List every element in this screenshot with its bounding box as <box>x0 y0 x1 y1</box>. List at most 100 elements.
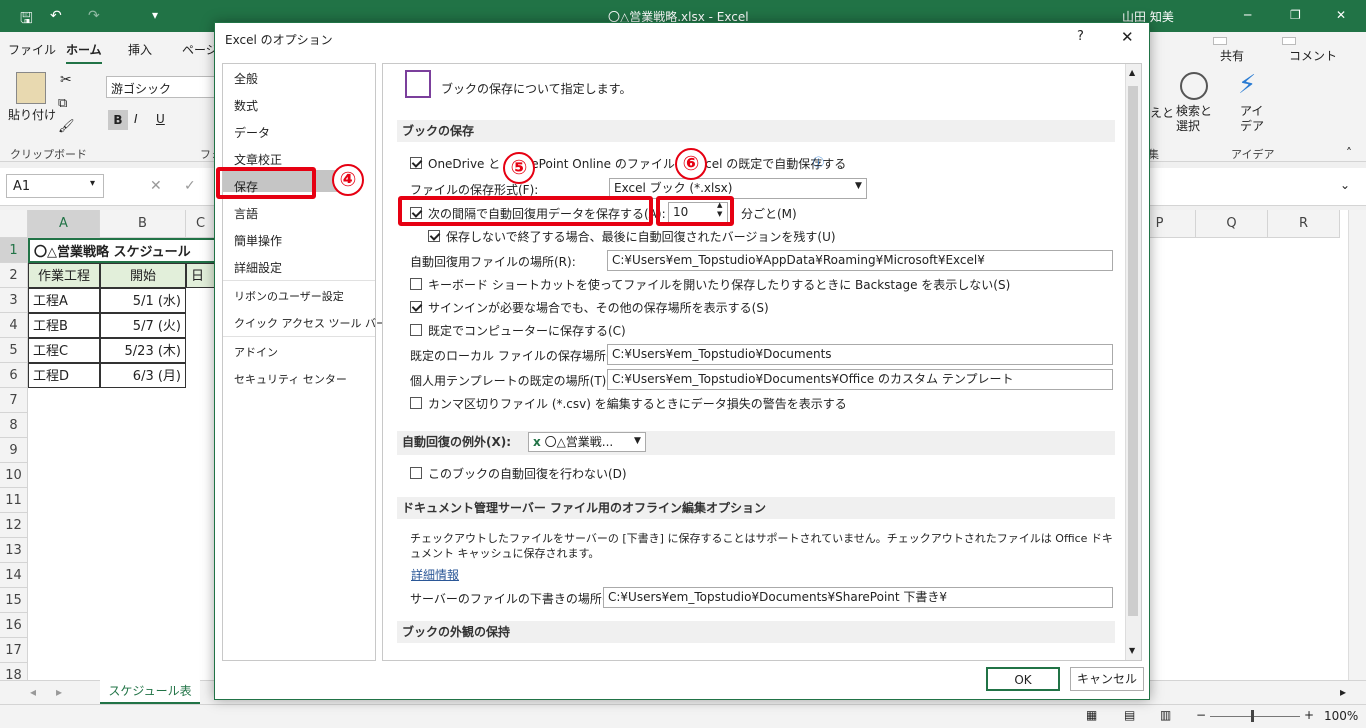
row-header[interactable]: 16 <box>0 613 28 638</box>
nav-item-data[interactable]: データ <box>234 124 270 141</box>
vertical-scrollbar[interactable] <box>1348 210 1366 680</box>
exception-workbook-dropdown[interactable]: x 〇△営業戦... <box>528 432 646 452</box>
row-header[interactable]: 10 <box>0 463 28 488</box>
ok-button[interactable]: OK <box>986 667 1060 691</box>
row-header[interactable]: 13 <box>0 538 28 563</box>
page-break-icon[interactable]: ▥ <box>1160 708 1171 722</box>
more-info-link[interactable]: 詳細情報 <box>411 566 459 583</box>
undo-icon[interactable]: ↶ <box>50 8 62 24</box>
find-select-label[interactable]: 検索と 選択 <box>1176 104 1212 134</box>
sheet-tab-schedule[interactable]: スケジュール表 <box>100 680 200 704</box>
chevron-down-icon[interactable]: ▼ <box>855 181 862 191</box>
template-location-field[interactable]: C:¥Users¥em_Topstudio¥Documents¥Office の… <box>607 369 1113 390</box>
dialog-close-button[interactable]: ✕ <box>1121 28 1134 46</box>
normal-view-icon[interactable]: ▦ <box>1086 708 1097 722</box>
info-icon[interactable]: ⓘ <box>813 154 824 170</box>
nav-item-quick-access[interactable]: クイック アクセス ツール バー <box>234 315 387 331</box>
row-header[interactable]: 11 <box>0 488 28 513</box>
comment-button[interactable]: コメント <box>1282 37 1337 63</box>
tab-insert[interactable]: 挿入 <box>128 41 152 58</box>
backstage-label[interactable]: キーボード ショートカットを使ってファイルを開いたり保存したりするときに Bac… <box>428 276 1010 293</box>
table-cell[interactable]: 5/1 (水) <box>100 288 186 313</box>
row-header[interactable]: 4 <box>0 313 28 338</box>
chevron-down-icon[interactable]: ▼ <box>634 436 641 446</box>
redo-icon[interactable]: ↷ <box>88 8 100 24</box>
confirm-entry-icon[interactable]: ✓ <box>184 178 196 194</box>
format-painter-icon[interactable]: 🖌 <box>58 119 75 134</box>
scroll-thumb[interactable] <box>1128 86 1138 616</box>
drafts-location-field[interactable]: C:¥Users¥em_Topstudio¥Documents¥SharePoi… <box>603 587 1113 608</box>
row-header[interactable]: 6 <box>0 363 28 388</box>
column-header-b[interactable]: B <box>100 210 186 238</box>
nav-item-addins[interactable]: アドイン <box>234 344 278 360</box>
tab-home[interactable]: ホーム <box>66 41 102 64</box>
ideas-icon[interactable]: ⚡ <box>1238 70 1256 100</box>
options-scrollbar[interactable]: ▲ ▼ <box>1125 64 1141 660</box>
font-name-box[interactable]: 游ゴシック <box>106 76 216 98</box>
cancel-button[interactable]: キャンセル <box>1070 667 1144 691</box>
ideas-label[interactable]: アイ デア <box>1240 104 1264 134</box>
row-header[interactable]: 15 <box>0 588 28 613</box>
table-cell[interactable]: 工程D <box>28 363 100 388</box>
zoom-level[interactable]: 100% <box>1324 709 1358 723</box>
table-cell[interactable]: 5/23 (木) <box>100 338 186 363</box>
row-header[interactable]: 2 <box>0 263 28 288</box>
zoom-slider-thumb[interactable] <box>1251 710 1254 722</box>
scroll-down-icon[interactable]: ▼ <box>1129 646 1135 655</box>
keep-last-version-label[interactable]: 保存しないで終了する場合、最後に自動回復されたバージョンを残す(U) <box>446 228 836 245</box>
signin-locations-label[interactable]: サインインが必要な場合でも、その他の保存場所を表示する(S) <box>428 299 769 316</box>
namebox-dropdown-icon[interactable]: ▾ <box>90 178 95 189</box>
autorecover-location-field[interactable]: C:¥Users¥em_Topstudio¥AppData¥Roaming¥Mi… <box>607 250 1113 271</box>
tab-page[interactable]: ページ <box>182 41 218 58</box>
save-icon[interactable]: 🖫 <box>20 8 33 33</box>
csv-warning-checkbox[interactable] <box>410 397 422 409</box>
nav-item-trust-center[interactable]: セキュリティ センター <box>234 371 347 387</box>
zoom-out-icon[interactable]: − <box>1196 708 1206 722</box>
paste-icon[interactable] <box>16 72 46 104</box>
minimize-icon[interactable]: ─ <box>1244 8 1251 22</box>
row-header[interactable]: 1 <box>0 238 28 263</box>
nav-item-language[interactable]: 言語 <box>234 205 258 222</box>
no-autorecover-checkbox[interactable] <box>410 467 422 479</box>
nav-item-customize-ribbon[interactable]: リボンのユーザー設定 <box>234 288 344 304</box>
sort-filter-label[interactable]: えと <box>1150 104 1174 121</box>
row-header[interactable]: 7 <box>0 388 28 413</box>
row-header[interactable]: 12 <box>0 513 28 538</box>
search-icon[interactable] <box>1180 72 1208 100</box>
expand-formula-icon[interactable]: ⌄ <box>1340 178 1350 192</box>
next-sheet-icon[interactable]: ▸ <box>56 685 62 699</box>
cancel-entry-icon[interactable]: ✕ <box>150 178 162 194</box>
header-cell[interactable]: 開始 <box>100 263 186 288</box>
scroll-up-icon[interactable]: ▲ <box>1129 68 1135 77</box>
table-cell[interactable]: 5/7 (火) <box>100 313 186 338</box>
header-cell[interactable]: 日 <box>186 263 216 288</box>
qat-customize-icon[interactable]: ▾ <box>152 8 158 22</box>
cell-a1[interactable]: 〇△営業戦略 スケジュール <box>28 238 216 263</box>
table-cell[interactable]: 工程A <box>28 288 100 313</box>
table-cell[interactable]: 工程B <box>28 313 100 338</box>
column-header-r[interactable]: R <box>1268 210 1340 238</box>
save-to-computer-checkbox[interactable] <box>410 324 422 336</box>
bold-button[interactable]: B <box>108 110 128 130</box>
italic-button[interactable]: I <box>134 112 138 126</box>
underline-button[interactable]: U <box>156 112 165 126</box>
zoom-in-icon[interactable]: + <box>1304 708 1314 722</box>
column-header-q[interactable]: Q <box>1196 210 1268 238</box>
restore-icon[interactable]: ❐ <box>1290 8 1301 22</box>
table-cell[interactable]: 6/3 (月) <box>100 363 186 388</box>
page-layout-icon[interactable]: ▤ <box>1124 708 1135 722</box>
column-header-c[interactable]: C <box>186 210 216 238</box>
table-cell[interactable]: 工程C <box>28 338 100 363</box>
nav-item-general[interactable]: 全般 <box>234 70 258 87</box>
hscroll-right-icon[interactable]: ▸ <box>1340 685 1346 699</box>
share-button[interactable]: 共有 <box>1213 37 1244 63</box>
help-button[interactable]: ? <box>1077 29 1084 44</box>
backstage-checkbox[interactable] <box>410 278 422 290</box>
paste-label[interactable]: 貼り付け <box>8 106 56 123</box>
local-location-field[interactable]: C:¥Users¥em_Topstudio¥Documents <box>607 344 1113 365</box>
nav-item-proofing[interactable]: 文章校正 <box>234 151 282 168</box>
row-header[interactable]: 5 <box>0 338 28 363</box>
no-autorecover-label[interactable]: このブックの自動回復を行わない(D) <box>428 465 627 482</box>
row-header[interactable]: 9 <box>0 438 28 463</box>
prev-sheet-icon[interactable]: ◂ <box>30 685 36 699</box>
